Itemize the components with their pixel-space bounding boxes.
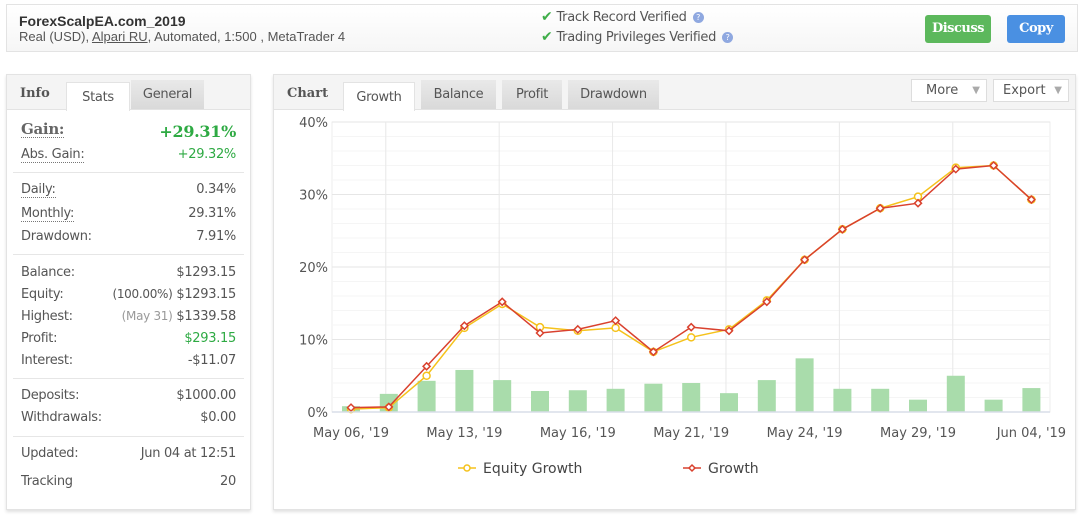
help-icon[interactable]: ? <box>722 32 734 43</box>
system-name: ForexScalpEA.com_2019 <box>19 13 186 29</box>
system-header: ForexScalpEA.com_2019 Real (USD), Alpari… <box>6 4 1078 52</box>
chart-title: Chart <box>287 86 329 101</box>
abs-gain-value: +29.32% <box>177 147 237 162</box>
tab-growth[interactable]: Growth <box>343 82 415 111</box>
trading-privileges-verified: ✔ Trading Privileges Verified? <box>541 29 734 45</box>
highest-row: Highest: (May 31) $1339.58 <box>21 309 236 329</box>
abs-gain-label: Abs. Gain: <box>21 147 85 163</box>
equity-value-group: (100.00%) $1293.15 <box>112 287 236 302</box>
monthly-value: 29.31% <box>188 206 236 221</box>
balance-row: Balance: $1293.15 <box>21 265 236 285</box>
gain-row: Gain: +29.31% <box>21 122 236 142</box>
balance-label: Balance: <box>21 265 75 280</box>
gain-label: Gain: <box>21 120 65 138</box>
abs-gain-row: Abs. Gain: +29.32% <box>21 147 236 167</box>
highest-value-group: (May 31) $1339.58 <box>121 309 237 324</box>
highest-date: (May 31) <box>121 309 173 323</box>
interest-row: Interest: -$11.07 <box>21 353 236 373</box>
monthly-label: Monthly: <box>21 206 75 222</box>
tab-stats[interactable]: Stats <box>66 82 130 111</box>
track-record-verified: ✔ Track Record Verified? <box>541 9 704 25</box>
export-dropdown[interactable]: Export ▼ <box>993 79 1069 102</box>
drawdown-row: Drawdown: 7.91% <box>21 229 236 249</box>
chart-tabbar: Chart Growth Balance Profit Drawdown Mor… <box>274 75 1075 111</box>
gain-value: +29.31% <box>159 122 236 141</box>
divider <box>13 436 244 437</box>
help-icon[interactable]: ? <box>692 12 704 23</box>
more-label: More <box>926 83 959 98</box>
divider <box>13 378 244 379</box>
tracking-value: 20 <box>220 474 236 489</box>
tab-drawdown[interactable]: Drawdown <box>568 80 659 109</box>
equity-value: $1293.15 <box>176 287 236 302</box>
daily-label: Daily: <box>21 182 56 198</box>
verification-label: Trading Privileges Verified <box>556 30 717 45</box>
updated-label: Updated: <box>21 446 79 461</box>
withdrawals-label: Withdrawals: <box>21 410 102 425</box>
info-title: Info <box>20 86 50 101</box>
tracking-label: Tracking <box>21 474 73 489</box>
balance-value: $1293.15 <box>176 265 236 280</box>
equity-row: Equity: (100.00%) $1293.15 <box>21 287 236 307</box>
withdrawals-value: $0.00 <box>200 410 236 425</box>
broker-link[interactable]: Alpari RU <box>92 29 148 44</box>
tab-profit[interactable]: Profit <box>502 80 562 109</box>
deposits-value: $1000.00 <box>176 388 236 403</box>
interest-label: Interest: <box>21 353 73 368</box>
info-panel: Info Stats General Gain: +29.31% Abs. Ga… <box>6 74 251 510</box>
discuss-button[interactable]: Discuss <box>925 15 991 43</box>
profit-row: Profit: $293.15 <box>21 331 236 351</box>
monthly-row: Monthly: 29.31% <box>21 206 236 226</box>
chevron-down-icon: ▼ <box>1054 85 1062 96</box>
daily-value: 0.34% <box>196 182 236 197</box>
profit-value: $293.15 <box>184 331 236 346</box>
updated-value: Jun 04 at 12:51 <box>140 446 237 461</box>
updated-row: Updated: Jun 04 at 12:51 <box>21 446 236 466</box>
profit-label: Profit: <box>21 331 58 346</box>
subtitle-suffix: , Automated, 1:500 , MetaTrader 4 <box>147 29 346 44</box>
tab-general[interactable]: General <box>131 80 204 109</box>
drawdown-label: Drawdown: <box>21 229 92 244</box>
info-tabbar: Info Stats General <box>7 75 250 111</box>
subtitle-prefix: Real (USD), <box>19 29 92 44</box>
highest-value: $1339.58 <box>176 309 236 324</box>
divider <box>13 254 244 255</box>
tab-balance[interactable]: Balance <box>421 80 496 109</box>
withdrawals-row: Withdrawals: $0.00 <box>21 410 236 430</box>
daily-row: Daily: 0.34% <box>21 182 236 202</box>
chevron-down-icon: ▼ <box>972 85 980 96</box>
equity-label: Equity: <box>21 287 64 302</box>
check-icon: ✔ <box>541 9 553 25</box>
more-dropdown[interactable]: More ▼ <box>911 79 987 102</box>
verification-label: Track Record Verified <box>556 10 687 25</box>
tracking-row: Tracking 20 <box>21 474 236 494</box>
divider <box>13 172 244 173</box>
equity-percent: (100.00%) <box>112 287 173 301</box>
deposits-label: Deposits: <box>21 388 80 403</box>
check-icon: ✔ <box>541 29 553 45</box>
deposits-row: Deposits: $1000.00 <box>21 388 236 408</box>
export-label: Export <box>1003 83 1046 98</box>
drawdown-value: 7.91% <box>196 229 236 244</box>
system-subtitle: Real (USD), Alpari RU, Automated, 1:500 … <box>19 29 345 44</box>
interest-value: -$11.07 <box>187 353 236 368</box>
copy-button[interactable]: Copy <box>1007 15 1065 43</box>
chart-panel: Chart Growth Balance Profit Drawdown Mor… <box>273 74 1076 510</box>
highest-label: Highest: <box>21 309 73 324</box>
